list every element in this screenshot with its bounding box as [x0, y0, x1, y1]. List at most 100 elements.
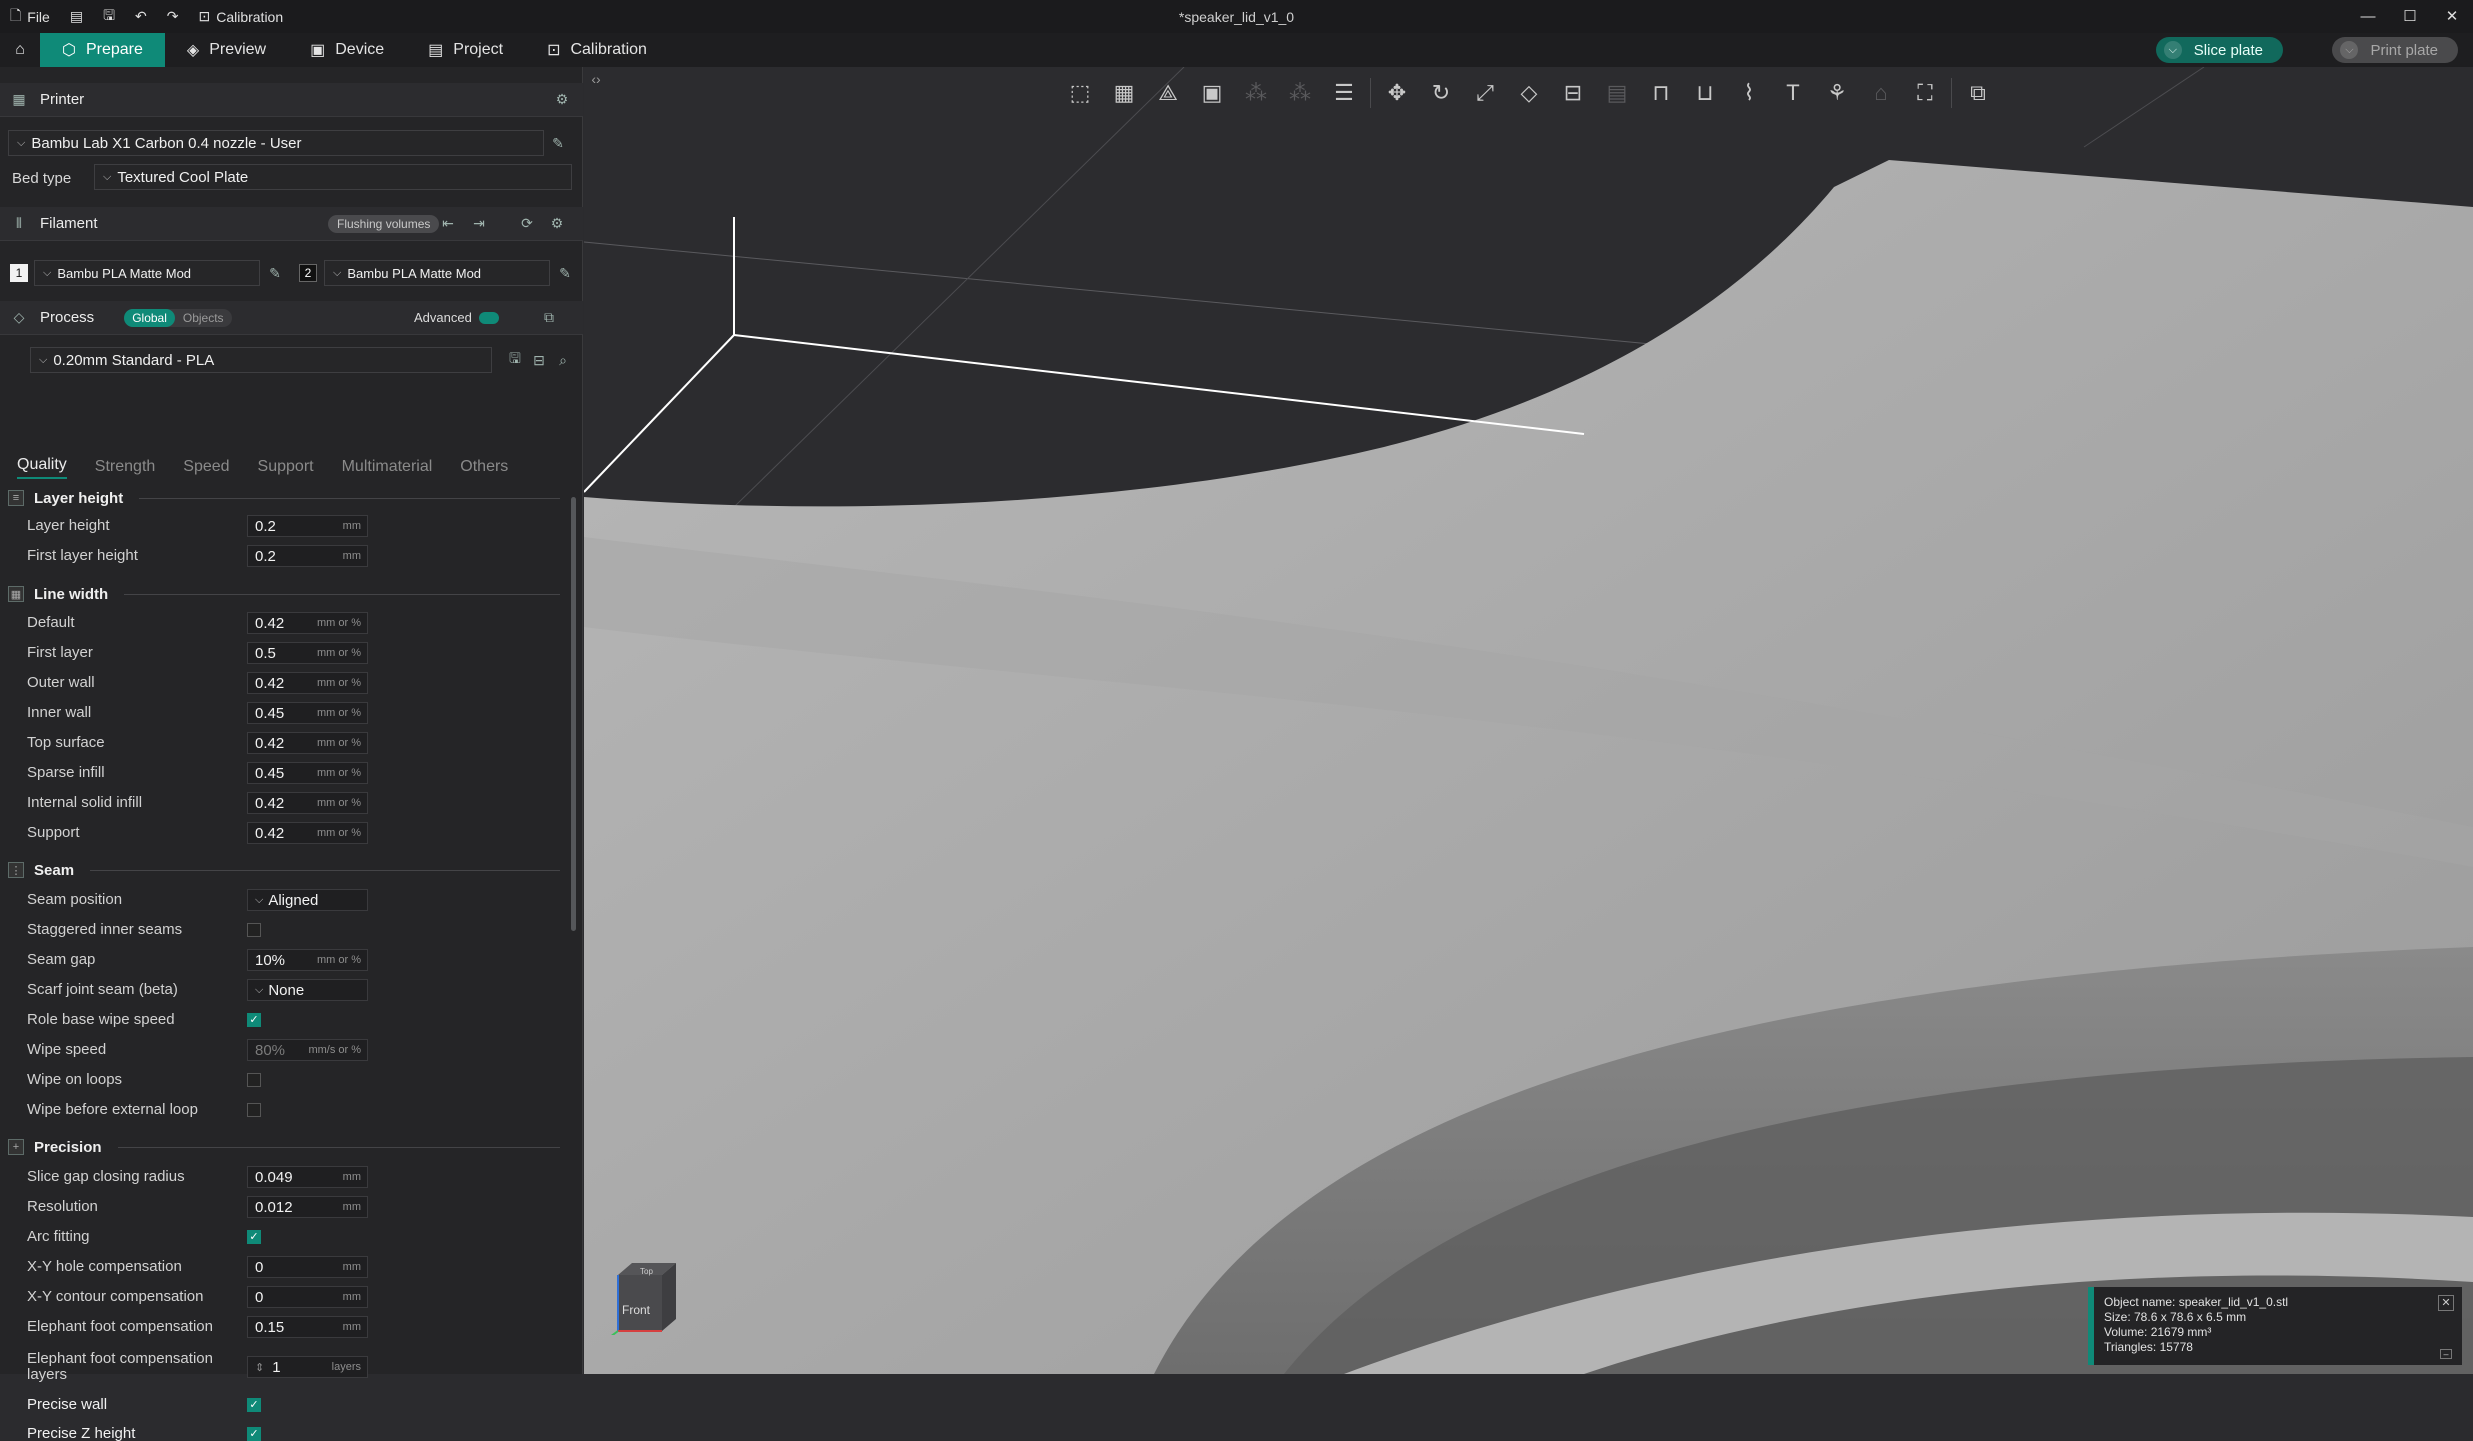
- notes-button[interactable]: ▤: [60, 0, 93, 33]
- line-width-default-input[interactable]: 0.42 mm or %: [247, 612, 368, 634]
- redo-button[interactable]: ↷: [157, 0, 189, 33]
- filament-settings-icon[interactable]: ⚙: [548, 215, 566, 233]
- tab-speed[interactable]: Speed: [183, 458, 229, 476]
- text-icon[interactable]: T: [1775, 75, 1811, 111]
- resolution-input[interactable]: 0.012 mm: [247, 1196, 368, 1218]
- save-button[interactable]: 🖫: [93, 0, 125, 33]
- print-plate-button[interactable]: ⌵ Print plate: [2332, 37, 2458, 63]
- support-paint-icon[interactable]: ⊓: [1643, 75, 1679, 111]
- tab-device[interactable]: ▣ Device: [288, 33, 406, 67]
- search-icon[interactable]: ⌕: [554, 351, 572, 369]
- cut-icon[interactable]: ⊟: [1555, 75, 1591, 111]
- bed-type-dropdown[interactable]: ⌵ Textured Cool Plate: [94, 164, 572, 190]
- staggered-inner-seams-checkbox[interactable]: [247, 923, 261, 937]
- compare-presets-icon[interactable]: ⧉: [540, 309, 558, 327]
- line-width-inner-wall-input[interactable]: 0.45 mm or %: [247, 702, 368, 724]
- split-parts-icon[interactable]: ⁂: [1282, 75, 1318, 111]
- wipe-before-external-loop-checkbox[interactable]: [247, 1103, 261, 1117]
- seam-gap-input[interactable]: 10% mm or %: [247, 949, 368, 971]
- line-width-internal-solid-input[interactable]: 0.42 mm or %: [247, 792, 368, 814]
- edit-filament-1-icon[interactable]: ✎: [266, 264, 284, 282]
- home-button[interactable]: ⌂: [0, 33, 40, 67]
- filament-slot-1-dropdown[interactable]: ⌵ Bambu PLA Matte Mod: [34, 260, 260, 286]
- mesh-boolean-icon[interactable]: ▤: [1599, 75, 1635, 111]
- printer-preset-dropdown[interactable]: ⌵ Bambu Lab X1 Carbon 0.4 nozzle - User: [8, 130, 544, 156]
- rotate-icon[interactable]: ↻: [1423, 75, 1459, 111]
- minimize-icon[interactable]: –: [2440, 1349, 2452, 1359]
- slice-plate-button[interactable]: ⌵ Slice plate: [2155, 37, 2283, 63]
- elephant-foot-layers-stepper[interactable]: ⇕ 1 layers: [247, 1356, 368, 1378]
- global-toggle[interactable]: Global: [124, 308, 175, 327]
- wipe-on-loops-checkbox[interactable]: [247, 1073, 261, 1087]
- tab-support[interactable]: Support: [258, 458, 314, 476]
- calibration-menu[interactable]: ⊡ Calibration: [188, 0, 293, 33]
- remove-filament-icon[interactable]: ⇤: [439, 215, 457, 233]
- add-filament-icon[interactable]: ⇥: [470, 215, 488, 233]
- wipe-speed-input[interactable]: 80% mm/s or %: [247, 1039, 368, 1061]
- split-objects-icon[interactable]: ⁂: [1238, 75, 1274, 111]
- add-plate-icon[interactable]: ▦: [1106, 75, 1142, 111]
- role-base-wipe-speed-checkbox[interactable]: ✓: [247, 1013, 261, 1027]
- precise-wall-checkbox[interactable]: ✓: [247, 1398, 261, 1412]
- 3d-viewport[interactable]: ‹› ⬚ ▦ ⟁ ▣ ⁂ ⁂ ☰ ✥ ↻ ⤢ ◇ ⊟ ▤ ⊓ ⊔ ⌇ T ⚘ ⌂…: [584, 67, 2473, 1374]
- line-width-top-surface-input[interactable]: 0.42 mm or %: [247, 732, 368, 754]
- navigation-cube[interactable]: Front Top: [609, 1261, 678, 1338]
- chevron-down-icon[interactable]: ⌵: [2340, 41, 2359, 59]
- assembly-icon[interactable]: ⌂: [1863, 75, 1899, 111]
- settings-scrollbar[interactable]: [571, 497, 576, 931]
- layers-icon[interactable]: ☰: [1326, 75, 1362, 111]
- sync-filament-icon[interactable]: ⟳: [518, 215, 536, 233]
- fuzzy-paint-icon[interactable]: ⌇: [1731, 75, 1767, 111]
- flushing-volumes-button[interactable]: Flushing volumes: [328, 214, 440, 233]
- bounding-box-icon[interactable]: ⛶: [1907, 75, 1943, 111]
- arc-fitting-checkbox[interactable]: ✓: [247, 1230, 261, 1244]
- seam-position-dropdown[interactable]: ⌵ Aligned: [247, 889, 368, 911]
- objects-toggle[interactable]: Objects: [175, 309, 232, 327]
- line-width-first-layer-input[interactable]: 0.5 mm or %: [247, 642, 368, 664]
- tab-strength[interactable]: Strength: [95, 458, 155, 476]
- chevron-down-icon[interactable]: ⌵: [2163, 41, 2182, 59]
- line-width-outer-wall-input[interactable]: 0.42 mm or %: [247, 672, 368, 694]
- line-width-support-input[interactable]: 0.42 mm or %: [247, 822, 368, 844]
- arrange-icon[interactable]: ▣: [1194, 75, 1230, 111]
- printer-settings-icon[interactable]: ⚙: [553, 91, 571, 109]
- line-width-sparse-infill-input[interactable]: 0.45 mm or %: [247, 762, 368, 784]
- add-object-icon[interactable]: ⬚: [1062, 75, 1098, 111]
- tab-preview[interactable]: ◈ Preview: [165, 33, 288, 67]
- move-icon[interactable]: ✥: [1379, 75, 1415, 111]
- maximize-button[interactable]: ☐: [2389, 0, 2431, 33]
- slice-gap-closing-radius-input[interactable]: 0.049 mm: [247, 1166, 368, 1188]
- assemble-view-icon[interactable]: ⧉: [1960, 75, 1996, 111]
- delete-preset-icon[interactable]: ⊟: [530, 351, 548, 369]
- save-preset-icon[interactable]: 🖫: [506, 350, 524, 369]
- minimize-button[interactable]: —: [2347, 0, 2389, 33]
- tab-calibration[interactable]: ⊡ Calibration: [525, 33, 669, 67]
- lay-on-face-icon[interactable]: ◇: [1511, 75, 1547, 111]
- stepper-arrows-icon[interactable]: ⇕: [255, 1361, 264, 1374]
- edit-filament-2-icon[interactable]: ✎: [556, 264, 574, 282]
- edit-printer-icon[interactable]: ✎: [549, 134, 567, 152]
- filament-slot-2-dropdown[interactable]: ⌵ Bambu PLA Matte Mod: [324, 260, 550, 286]
- tab-quality[interactable]: Quality: [17, 456, 67, 479]
- undo-button[interactable]: ↶: [125, 0, 157, 33]
- elephant-foot-compensation-input[interactable]: 0.15 mm: [247, 1316, 368, 1338]
- tab-project[interactable]: ▤ Project: [406, 33, 525, 67]
- tab-multimaterial[interactable]: Multimaterial: [342, 458, 433, 476]
- file-menu[interactable]: 🗋 File: [0, 0, 60, 33]
- collapse-panel-icon[interactable]: ‹›: [584, 67, 608, 91]
- layer-height-input[interactable]: 0.2 mm: [247, 515, 368, 537]
- tab-others[interactable]: Others: [460, 458, 508, 476]
- process-preset-dropdown[interactable]: ⌵ 0.20mm Standard - PLA: [30, 347, 492, 373]
- first-layer-height-input[interactable]: 0.2 mm: [247, 545, 368, 567]
- advanced-switch[interactable]: [479, 311, 499, 324]
- xy-hole-compensation-input[interactable]: 0 mm: [247, 1256, 368, 1278]
- orient-icon[interactable]: ⟁: [1150, 75, 1186, 111]
- precise-z-height-checkbox[interactable]: ✓: [247, 1427, 261, 1441]
- seam-paint-icon[interactable]: ⊔: [1687, 75, 1723, 111]
- close-icon[interactable]: ✕: [2438, 1295, 2454, 1311]
- scarf-joint-dropdown[interactable]: ⌵ None: [247, 979, 368, 1001]
- tab-prepare[interactable]: ⬡ Prepare: [40, 33, 165, 67]
- scale-icon[interactable]: ⤢: [1467, 75, 1503, 111]
- close-button[interactable]: ✕: [2431, 0, 2473, 33]
- xy-contour-compensation-input[interactable]: 0 mm: [247, 1286, 368, 1308]
